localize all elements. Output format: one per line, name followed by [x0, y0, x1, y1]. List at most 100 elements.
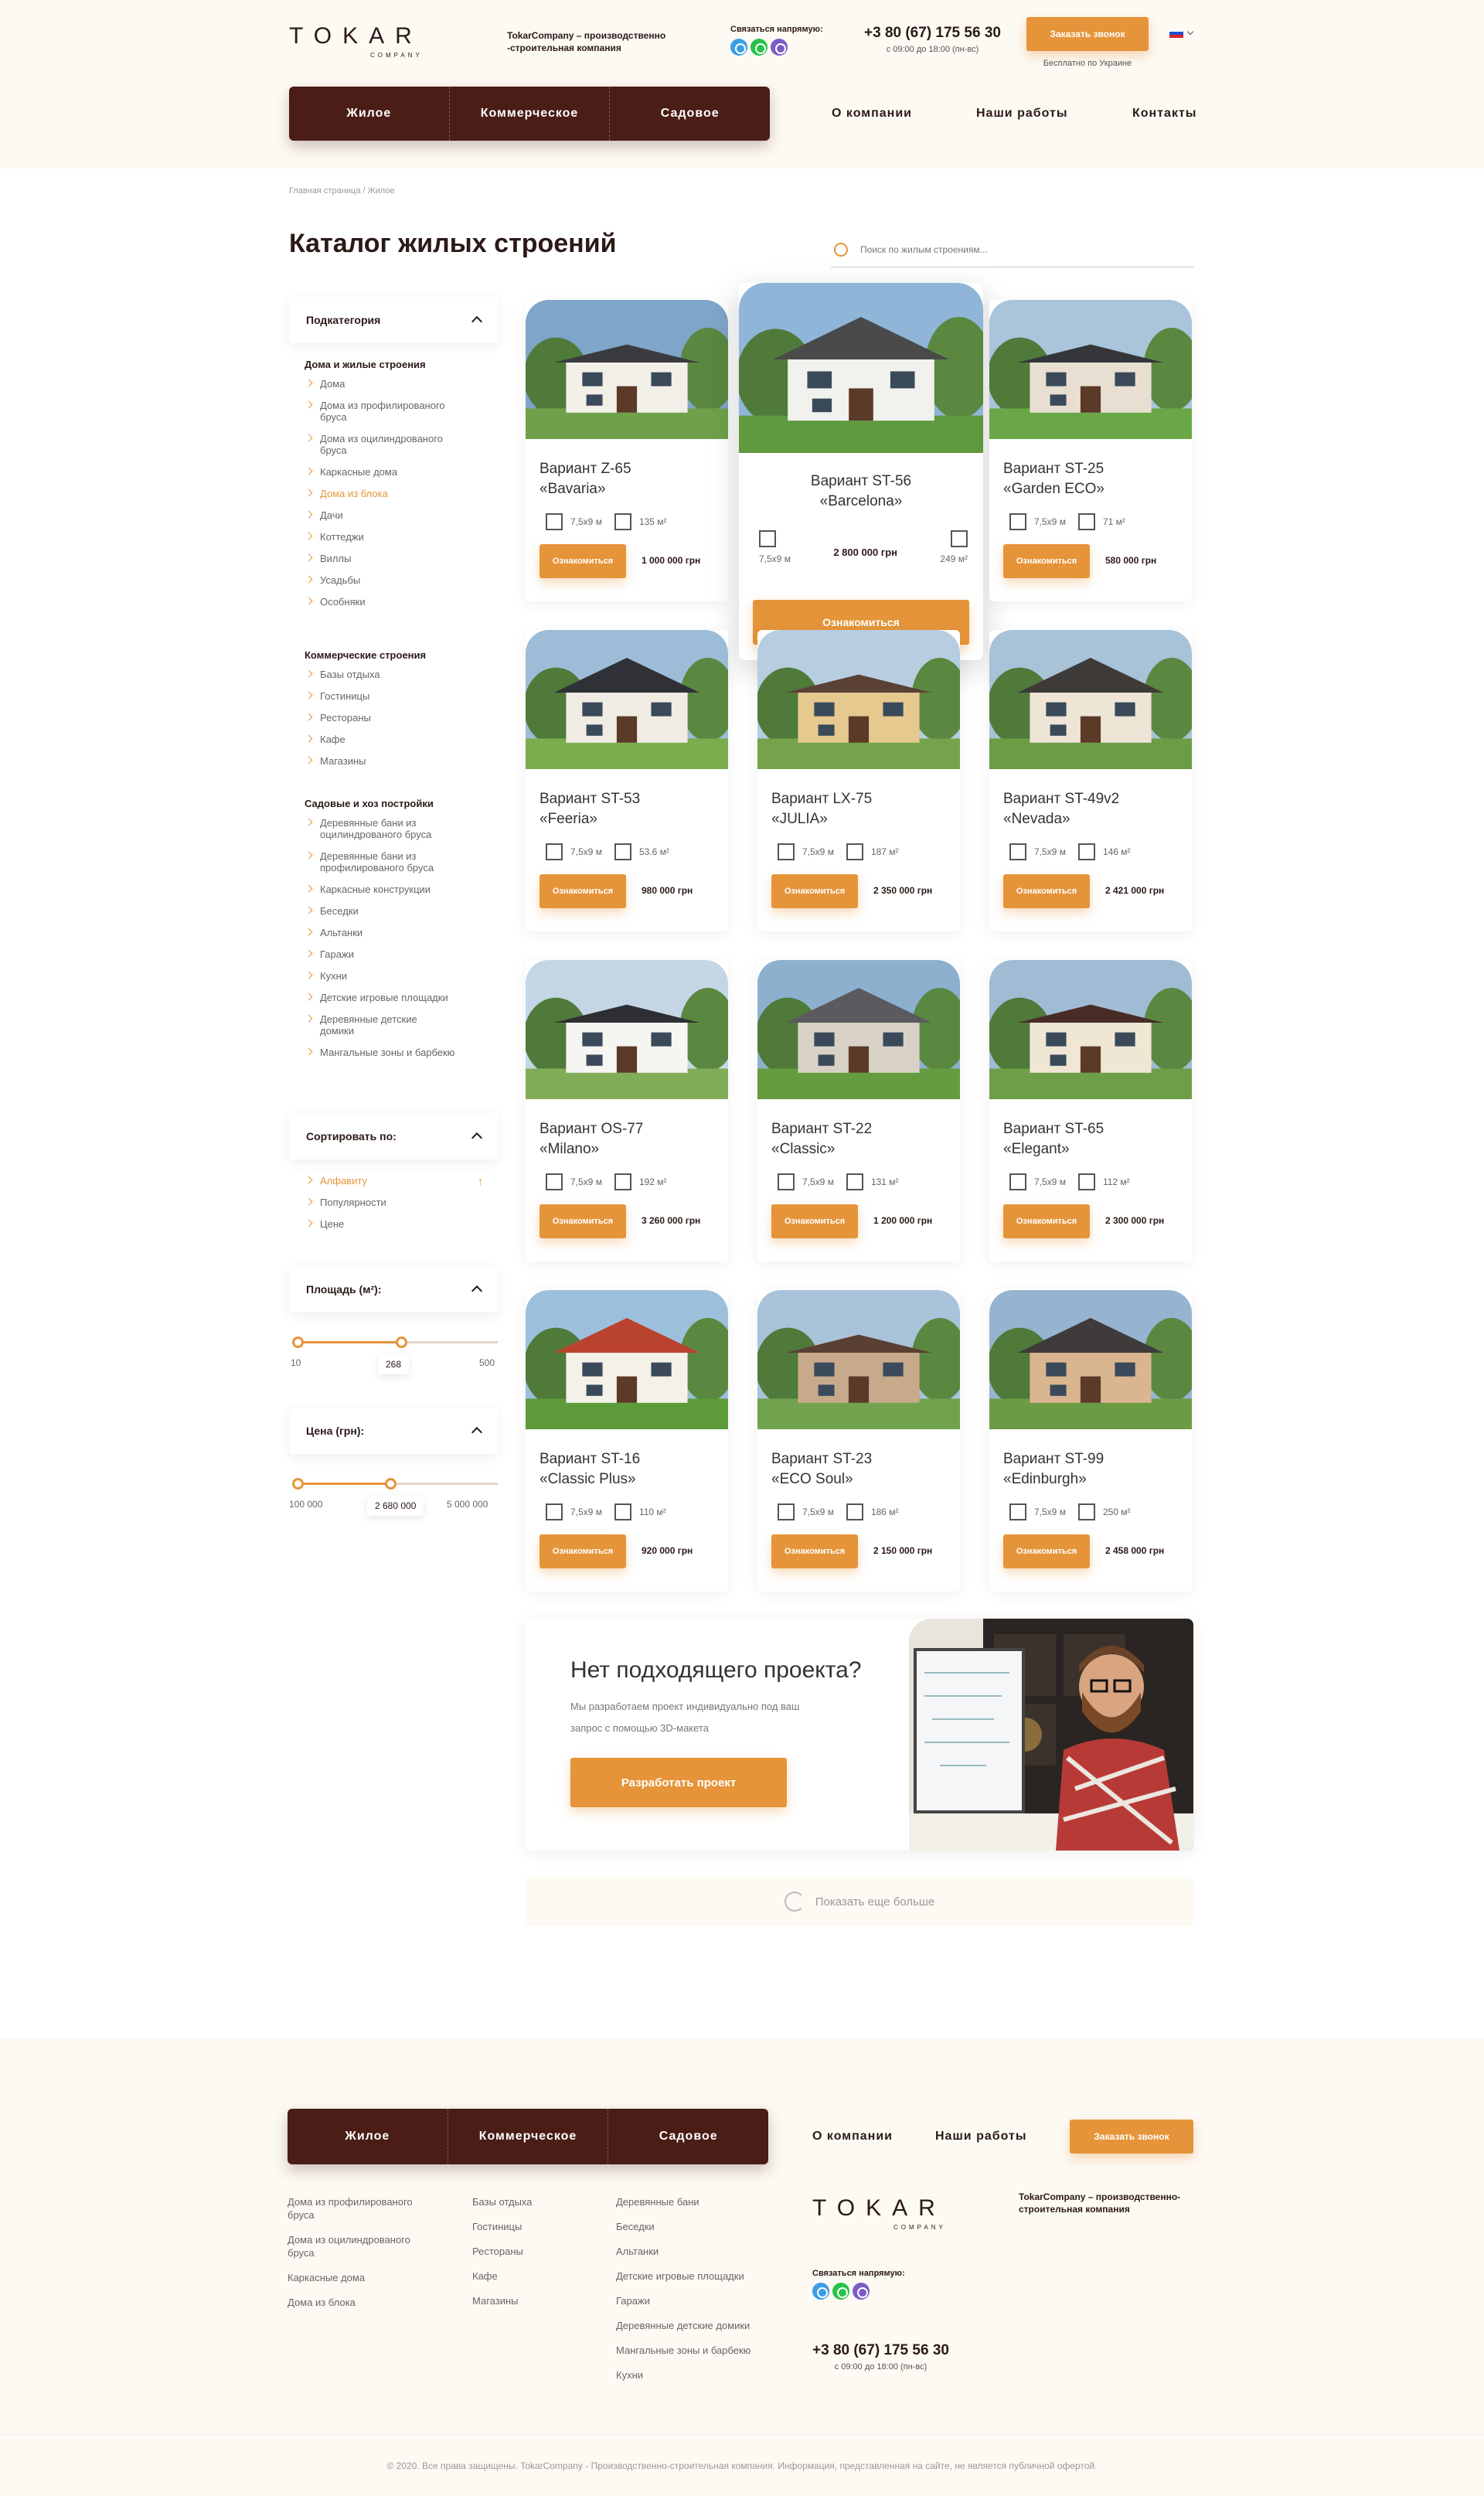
footer-link[interactable]: Гостиницы	[472, 2220, 588, 2233]
footer-link[interactable]: Дома из блока	[288, 2296, 434, 2309]
product-card[interactable]: Вариант ST-16 «Classic Plus» 7,5x9 м 110…	[526, 1290, 728, 1592]
view-details-button[interactable]: Ознакомиться	[771, 1534, 858, 1568]
filter-item[interactable]: Детские игровые площадки	[305, 992, 498, 1003]
telegram-icon[interactable]	[812, 2283, 829, 2300]
footer-nav-garden[interactable]: Садовое	[608, 2109, 768, 2164]
filter-item[interactable]: Каркасные дома	[305, 466, 498, 478]
filter-item[interactable]: Кафе	[305, 734, 498, 745]
house-image[interactable]	[757, 1290, 960, 1429]
filter-item[interactable]: Виллы	[305, 553, 498, 564]
nav-garden[interactable]: Садовое	[610, 87, 770, 141]
footer-link[interactable]: Альтанки	[616, 2245, 809, 2258]
product-card[interactable]: Вариант OS-77 «Milano» 7,5x9 м 192 м² 3 …	[526, 960, 728, 1262]
product-card[interactable]: Вариант ST-49v2 «Nevada» 7,5x9 м 146 м² …	[989, 630, 1192, 931]
footer-link[interactable]: Магазины	[472, 2294, 588, 2307]
card-title[interactable]: Вариант ST-56 «Barcelona»	[739, 472, 983, 512]
viber-icon[interactable]	[771, 39, 788, 56]
footer-link[interactable]: Базы отдыха	[472, 2195, 588, 2208]
sort-alphabet[interactable]: Алфавиту	[305, 1175, 498, 1187]
price-slider[interactable]	[292, 1478, 498, 1490]
footer-nav-residential[interactable]: Жилое	[288, 2109, 448, 2164]
house-image[interactable]	[526, 1290, 728, 1429]
price-slider-min-handle[interactable]	[292, 1478, 304, 1490]
footer-link[interactable]: Кафе	[472, 2270, 588, 2283]
develop-project-button[interactable]: Разработать проект	[570, 1758, 787, 1807]
footer-link[interactable]: Кухни	[616, 2368, 809, 2382]
chevron-up-icon[interactable]	[471, 1426, 483, 1439]
area-slider-max-handle[interactable]	[396, 1337, 407, 1348]
house-image[interactable]	[757, 960, 960, 1099]
view-details-button[interactable]: Ознакомиться	[771, 1204, 858, 1238]
price-filter-header[interactable]: Цена (грн):	[289, 1408, 498, 1454]
house-image[interactable]	[739, 283, 983, 453]
whatsapp-icon[interactable]	[751, 39, 768, 56]
view-details-button[interactable]: Ознакомиться	[771, 874, 858, 908]
price-slider-max-handle[interactable]	[385, 1478, 397, 1490]
house-image[interactable]	[526, 630, 728, 769]
product-card-featured[interactable]: Вариант ST-56 «Barcelona» 7,5x9 м 2 800 …	[739, 283, 983, 660]
area-slider-min-handle[interactable]	[292, 1337, 304, 1348]
product-card[interactable]: Вариант ST-53 «Feeria» 7,5x9 м 53.6 м² 9…	[526, 630, 728, 931]
filter-item[interactable]: Деревянные бани из оцилиндрованого бруса	[305, 817, 490, 840]
footer-phone[interactable]: +3 80 (67) 175 56 30	[812, 2342, 949, 2359]
language-flag-icon[interactable]	[1169, 29, 1183, 38]
filter-item[interactable]: Беседки	[305, 905, 498, 917]
filter-item[interactable]: Деревянные бани из профилированого бруса	[305, 850, 475, 873]
view-details-button[interactable]: Ознакомиться	[1003, 544, 1090, 578]
view-details-button[interactable]: Ознакомиться	[1003, 1204, 1090, 1238]
sort-direction-icon[interactable]: ↑	[478, 1175, 483, 1187]
filter-item[interactable]: Дома	[305, 378, 498, 390]
filter-item[interactable]: Мангальные зоны и барбекю	[305, 1047, 498, 1058]
product-card[interactable]: Вариант Z-65 «Bavaria» 7,5x9 м 135 м² 1 …	[526, 300, 728, 601]
area-slider[interactable]	[292, 1337, 498, 1348]
nav-works[interactable]: Наши работы	[976, 107, 1068, 121]
card-title[interactable]: Вариант ST-23 «ECO Soul»	[771, 1449, 872, 1490]
filter-item[interactable]: Базы отдыха	[305, 669, 498, 680]
house-image[interactable]	[989, 630, 1192, 769]
breadcrumb[interactable]: Главная страница / Жилое	[289, 186, 395, 196]
area-filter-header[interactable]: Площадь (м²):	[289, 1266, 498, 1313]
subcategory-filter-header[interactable]: Подкатегория	[289, 297, 498, 343]
sort-popularity[interactable]: Популярности	[305, 1197, 498, 1208]
card-title[interactable]: Вариант ST-99 «Edinburgh»	[1003, 1449, 1104, 1490]
product-card[interactable]: Вариант ST-25 «Garden ECO» 7,5x9 м 71 м²…	[989, 300, 1192, 601]
filter-item[interactable]: Дома из оцилиндрованого бруса	[305, 433, 467, 456]
view-details-button[interactable]: Ознакомиться	[539, 874, 626, 908]
footer-callback-button[interactable]: Заказать звонок	[1070, 2120, 1193, 2154]
search-icon[interactable]	[834, 242, 848, 257]
header-phone[interactable]: +3 80 (67) 175 56 30	[864, 25, 1001, 42]
callback-button[interactable]: Заказать звонок	[1026, 17, 1149, 51]
footer-link[interactable]: Дома из оцилиндрованого бруса	[288, 2233, 434, 2259]
footer-link[interactable]: Каркасные дома	[288, 2271, 434, 2284]
sort-filter-header[interactable]: Сортировать по:	[289, 1113, 498, 1159]
footer-link[interactable]: Детские игровые площадки	[616, 2270, 809, 2283]
card-title[interactable]: Вариант OS-77 «Milano»	[539, 1119, 643, 1159]
filter-item[interactable]: Особняки	[305, 596, 498, 608]
sort-price[interactable]: Цене	[305, 1218, 498, 1230]
filter-item[interactable]: Каркасные конструкции	[305, 884, 498, 895]
show-more-button[interactable]: Показать еще больше	[526, 1877, 1193, 1926]
nav-contacts[interactable]: Контакты	[1132, 107, 1196, 121]
footer-logo[interactable]: TOKAR COMPANY	[812, 2195, 946, 2231]
filter-item[interactable]: Магазины	[305, 755, 498, 767]
filter-item[interactable]: Альтанки	[305, 927, 498, 938]
card-title[interactable]: Вариант Z-65 «Bavaria»	[539, 459, 631, 499]
house-image[interactable]	[989, 1290, 1192, 1429]
nav-residential[interactable]: Жилое	[289, 87, 450, 141]
whatsapp-icon[interactable]	[832, 2283, 849, 2300]
footer-link[interactable]: Дома из профилированого бруса	[288, 2195, 434, 2222]
house-image[interactable]	[989, 960, 1192, 1099]
house-image[interactable]	[757, 630, 960, 769]
filter-item-active[interactable]: Дома из блока	[305, 488, 498, 499]
footer-link[interactable]: Деревянные бани	[616, 2195, 809, 2208]
footer-link[interactable]: Беседки	[616, 2220, 809, 2233]
chevron-up-icon[interactable]	[471, 315, 483, 328]
card-title[interactable]: Вариант ST-16 «Classic Plus»	[539, 1449, 640, 1490]
card-title[interactable]: Вариант ST-49v2 «Nevada»	[1003, 789, 1119, 829]
view-details-button[interactable]: Ознакомиться	[539, 544, 626, 578]
chevron-up-icon[interactable]	[471, 1132, 483, 1144]
card-title[interactable]: Вариант LX-75 «JULIA»	[771, 789, 872, 829]
filter-item[interactable]: Гаражи	[305, 948, 498, 960]
footer-link[interactable]: Гаражи	[616, 2294, 809, 2307]
filter-item[interactable]: Гостиницы	[305, 690, 498, 702]
